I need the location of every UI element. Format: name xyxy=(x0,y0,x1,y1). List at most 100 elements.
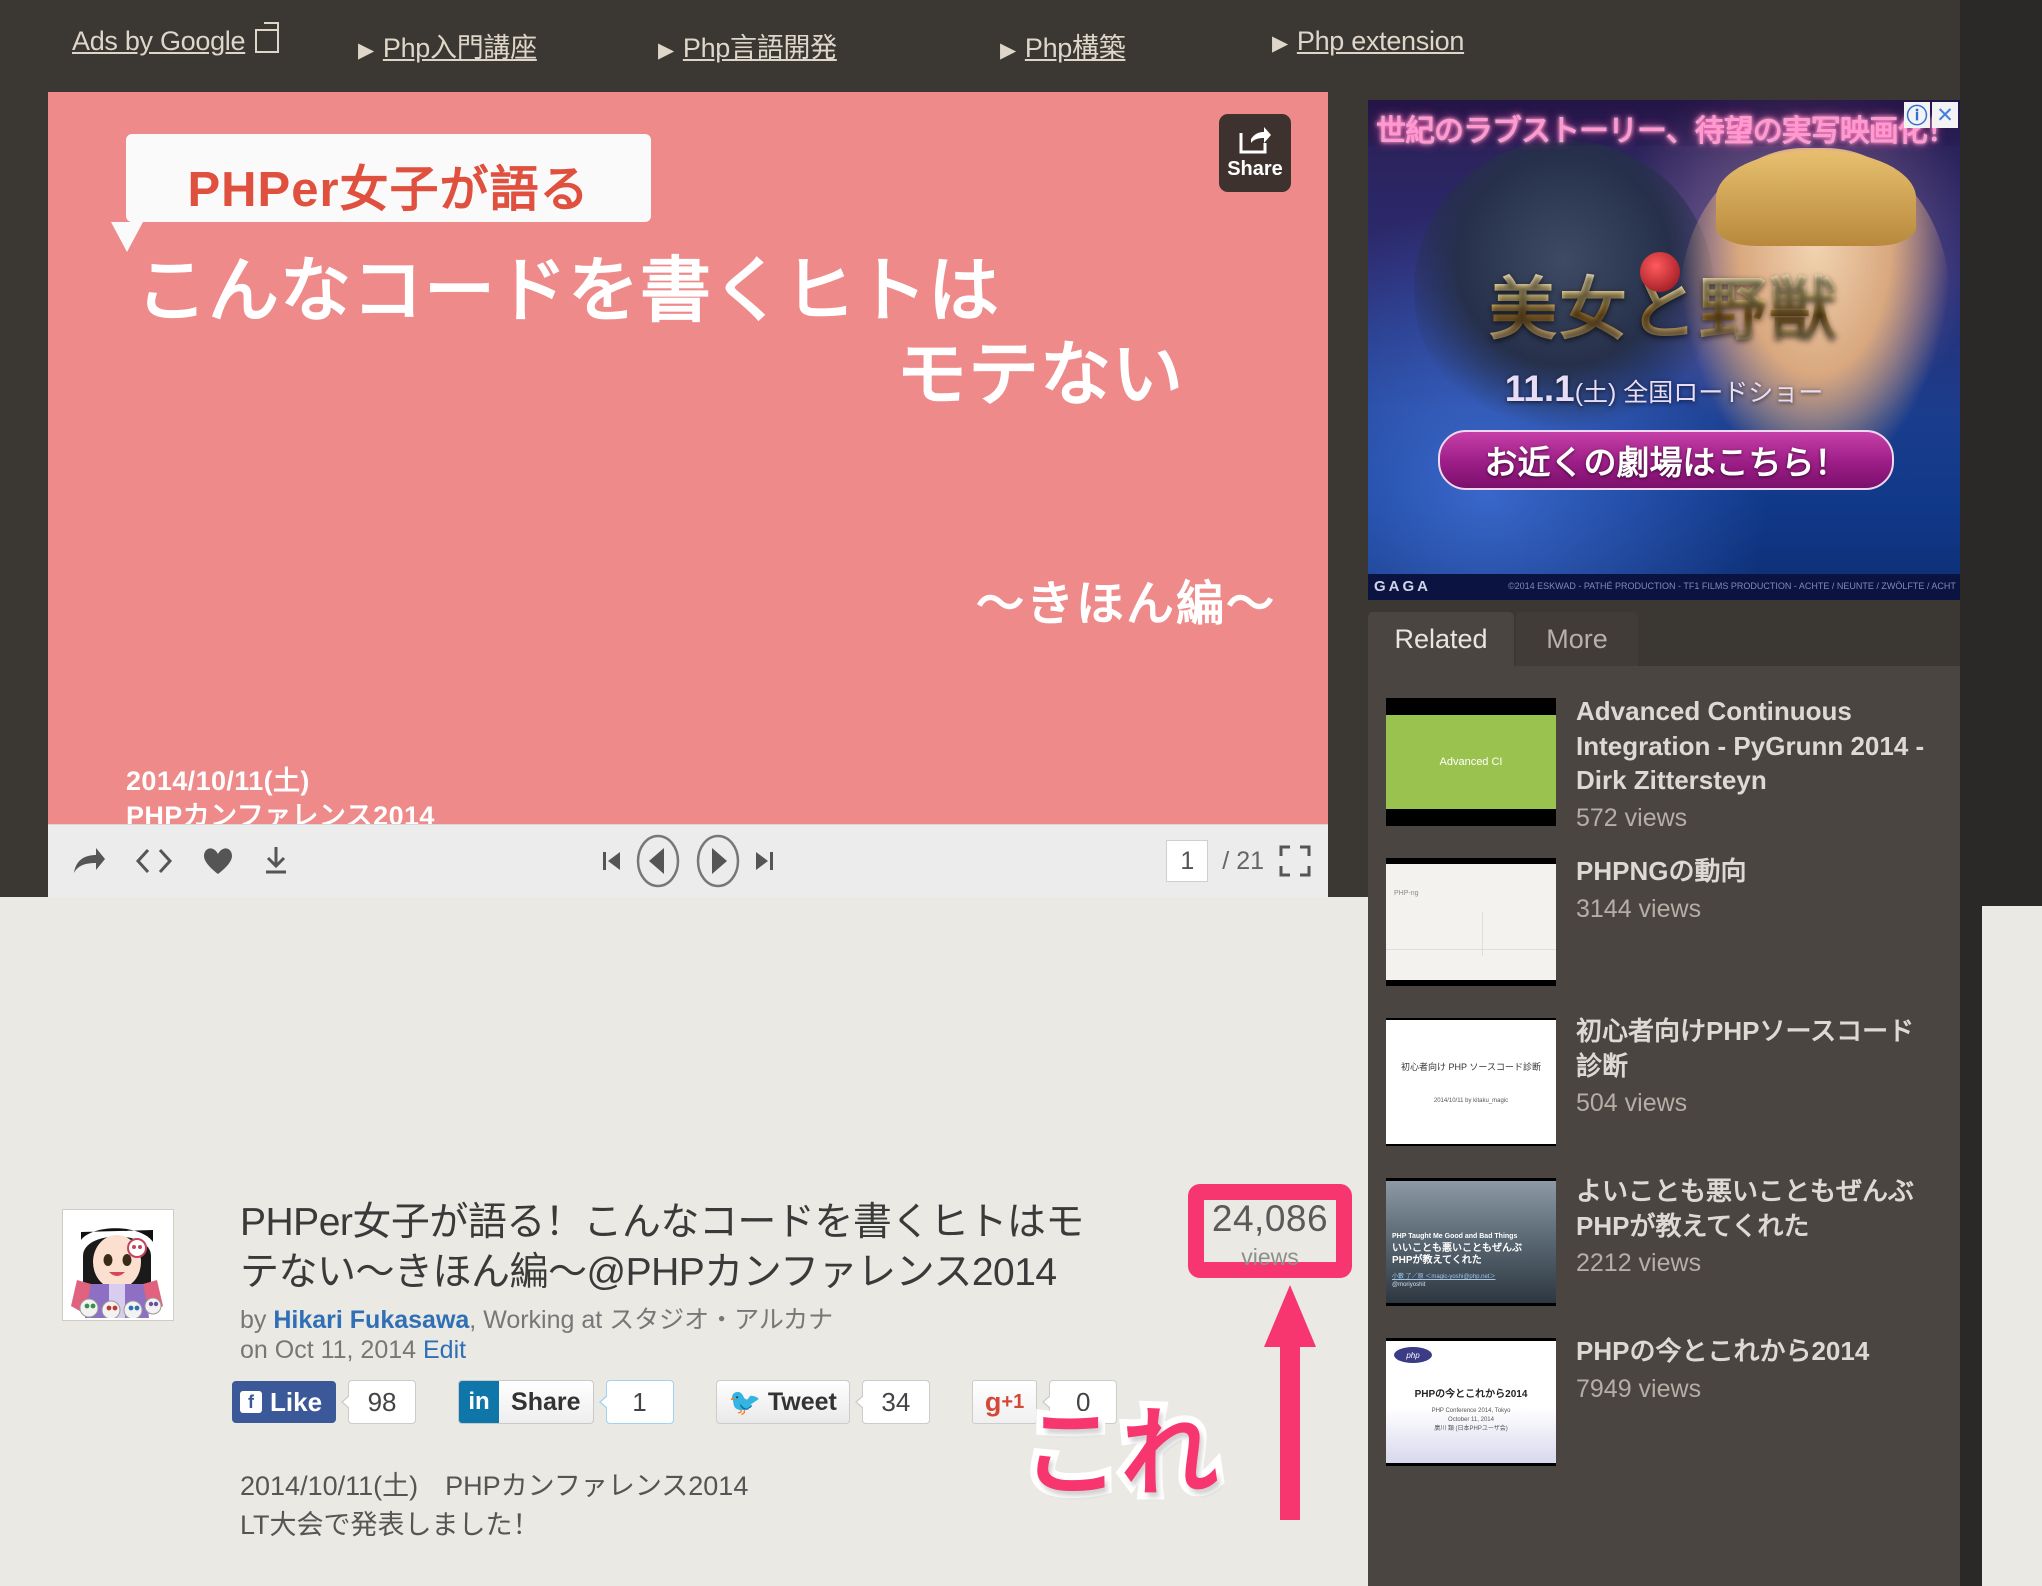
related-thumb-text: 初心者向け PHP ソースコード診断 xyxy=(1401,1062,1541,1072)
external-link-icon xyxy=(255,22,280,53)
ad-link-1[interactable]: ▶ Php入門講座 xyxy=(358,26,537,65)
byline-prefix: by xyxy=(240,1306,274,1334)
player-toolbar: 1 / 21 xyxy=(48,824,1328,897)
slide-page-input[interactable]: 1 xyxy=(1166,840,1209,882)
facebook-like-button[interactable]: f Like xyxy=(232,1381,337,1423)
triangle-right-icon: ▶ xyxy=(658,39,674,62)
description-line-2: LT大会で発表しました！ xyxy=(240,1510,540,1541)
twitter-tweet-button[interactable]: 🐦 Tweet xyxy=(715,1380,850,1424)
ad-fine-print: ©2014 ESKWAD - PATHÉ PRODUCTION - TF1 FI… xyxy=(1508,581,1956,591)
slide-subtitle: 〜きほん編〜 xyxy=(975,578,1276,631)
ad-headline-band: 世紀のラブストーリー、待望の実写映画化！ xyxy=(1368,100,1960,148)
player-toolbar-nav xyxy=(48,825,1328,897)
ad-link-2-label: Php言語開発 xyxy=(682,33,837,63)
related-title: 初心者向けPHPソースコード診断 xyxy=(1576,1016,1915,1081)
related-text: PHPの今とこれから2014 7949 views xyxy=(1576,1334,1936,1404)
related-thumbnail: php PHPの今とこれから2014 PHP Conference 2014, … xyxy=(1386,1338,1556,1466)
facebook-like-count: 98 xyxy=(341,1380,417,1424)
slide-headline: こんなコードを書くヒトは モテない xyxy=(136,250,1236,418)
linkedin-share-button[interactable]: in Share xyxy=(458,1380,594,1424)
related-thumbnail: Advanced CI xyxy=(1386,698,1556,826)
previous-slide-icon[interactable] xyxy=(633,834,683,888)
related-title: PHPNGの動向 xyxy=(1576,856,1747,886)
facebook-icon: f xyxy=(240,1391,262,1413)
ads-by-google-label: Ads by Google xyxy=(72,26,246,56)
avatar-image xyxy=(63,1210,171,1320)
ad-footer: GAGA ©2014 ESKWAD - PATHÉ PRODUCTION - T… xyxy=(1368,574,1960,600)
avatar[interactable] xyxy=(62,1209,174,1321)
related-views: 572 views xyxy=(1576,803,1688,832)
social-share-row: f Like 98 in Share 1 🐦 Tweet 34 g +1 0 xyxy=(232,1378,1159,1426)
ad-link-3-label: Php構築 xyxy=(1024,33,1126,63)
ad-cta-button[interactable]: お近くの劇場はこちら！ xyxy=(1438,430,1894,490)
player-toolbar-right: 1 / 21 xyxy=(1166,825,1312,897)
related-thumb-text: PHP-ng xyxy=(1394,890,1419,897)
related-thumbnail: 初心者向け PHP ソースコード診断 2014/10/11 by kitaku_… xyxy=(1386,1018,1556,1146)
byline: by Hikari Fukasawa, Working at スタジオ・アルカナ xyxy=(240,1300,833,1336)
author-link[interactable]: Hikari Fukasawa xyxy=(273,1306,469,1334)
ads-by-google-link[interactable]: Ads by Google xyxy=(72,22,280,57)
edit-link[interactable]: Edit xyxy=(423,1336,466,1364)
page-root: Ads by Google ▶ Php入門講座 ▶ Php言語開発 ▶ Php構築 ▶… xyxy=(0,0,2042,1586)
twitter-group: 🐦 Tweet 34 xyxy=(715,1380,930,1424)
ad-link-2[interactable]: ▶ Php言語開発 xyxy=(658,26,837,65)
slide-share-label: Share xyxy=(1227,158,1283,180)
ad-studio-label: GAGA xyxy=(1374,578,1431,595)
related-text: Advanced Continuous Integration - PyGrun… xyxy=(1576,694,1936,833)
linkedin-share-count: 1 xyxy=(598,1380,674,1424)
rose-icon xyxy=(1640,252,1680,292)
tab-more-label: More xyxy=(1546,623,1608,654)
ad-release-date: 11.1(土) 全国ロードショー xyxy=(1368,368,1960,410)
related-title: よいことも悪いこともぜんぶPHPが教えてくれた xyxy=(1576,1176,1915,1241)
related-views: 3144 views xyxy=(1576,894,1702,923)
slide-canvas[interactable]: PHPer女子が語る こんなコードを書くヒトは モテない 〜きほん編〜 2014… xyxy=(48,92,1328,897)
google-plus-icon: g xyxy=(984,1386,1002,1417)
related-thumb-text: いいことも悪いこともぜんぶPHPが教えてくれた xyxy=(1392,1243,1522,1266)
speech-bubble-tail-icon xyxy=(111,222,143,252)
linkedin-group: in Share 1 xyxy=(458,1380,674,1424)
dateline: on Oct 11, 2014 Edit xyxy=(240,1336,466,1365)
views-count: 24,086 xyxy=(1211,1198,1329,1239)
sidebar-tabs: Related More xyxy=(1368,612,1960,666)
related-thumbnail: PHP-ng xyxy=(1386,858,1556,986)
related-views: 504 views xyxy=(1576,1089,1688,1118)
slide-player[interactable]: PHPer女子が語る こんなコードを書くヒトは モテない 〜きほん編〜 2014… xyxy=(48,92,1328,897)
linkedin-share-label: Share xyxy=(511,1387,581,1416)
triangle-right-icon: ▶ xyxy=(358,39,374,62)
share-arrow-icon xyxy=(1239,127,1271,154)
twitter-bird-icon: 🐦 xyxy=(728,1386,761,1417)
last-slide-icon[interactable] xyxy=(753,849,775,873)
facebook-group: f Like 98 xyxy=(232,1380,417,1424)
ad-link-4[interactable]: ▶ Php extension xyxy=(1272,26,1464,57)
google-plus-one-label: +1 xyxy=(1001,1390,1025,1413)
twitter-tweet-count: 34 xyxy=(854,1380,930,1424)
slide-total-pages: / 21 xyxy=(1222,846,1264,875)
fullscreen-icon[interactable] xyxy=(1278,844,1312,878)
slideshow-description: 2014/10/11(土) PHPカンファレンス2014 LT大会で発表しました… xyxy=(240,1467,748,1546)
triangle-right-icon: ▶ xyxy=(1000,39,1016,62)
rail-bottom-fill xyxy=(1368,1494,1960,1586)
tab-related[interactable]: Related xyxy=(1368,612,1514,666)
related-thumbnail: PHP Taught Me Good and Bad Things いいことも悪… xyxy=(1386,1178,1556,1306)
movie-ad-banner[interactable]: 世紀のラブストーリー、待望の実写映画化！ 美女と野獣 11.1(土) 全国ロード… xyxy=(1368,100,1960,600)
ad-release-date-number: 11.1 xyxy=(1504,368,1575,409)
ad-controls: ⓘ ✕ xyxy=(1904,102,1958,128)
byline-working-at: , Working at スタジオ・アルカナ xyxy=(469,1306,834,1334)
description-line-1: 2014/10/11(土) PHPカンファレンス2014 xyxy=(240,1471,749,1501)
slide-headline-line2: モテない xyxy=(895,335,1184,415)
ad-close-icon[interactable]: ✕ xyxy=(1932,102,1958,128)
first-slide-icon[interactable] xyxy=(601,849,623,873)
publish-date: on Oct 11, 2014 xyxy=(240,1336,423,1364)
twitter-tweet-label: Tweet xyxy=(767,1387,837,1416)
linkedin-icon: in xyxy=(459,1381,500,1423)
slide-share-button[interactable]: Share xyxy=(1219,114,1291,192)
ad-link-3[interactable]: ▶ Php構築 xyxy=(1000,26,1126,65)
triangle-right-icon: ▶ xyxy=(1272,32,1288,55)
related-text: 初心者向けPHPソースコード診断 504 views xyxy=(1576,1014,1936,1118)
tab-more[interactable]: More xyxy=(1516,612,1638,666)
next-slide-icon[interactable] xyxy=(693,834,743,888)
ad-link-1-label: Php入門講座 xyxy=(382,33,537,63)
related-title: Advanced Continuous Integration - PyGrun… xyxy=(1576,696,1925,796)
slide-bubble-text: PHPer女子が語る xyxy=(187,163,590,217)
ad-info-icon[interactable]: ⓘ xyxy=(1904,102,1930,128)
